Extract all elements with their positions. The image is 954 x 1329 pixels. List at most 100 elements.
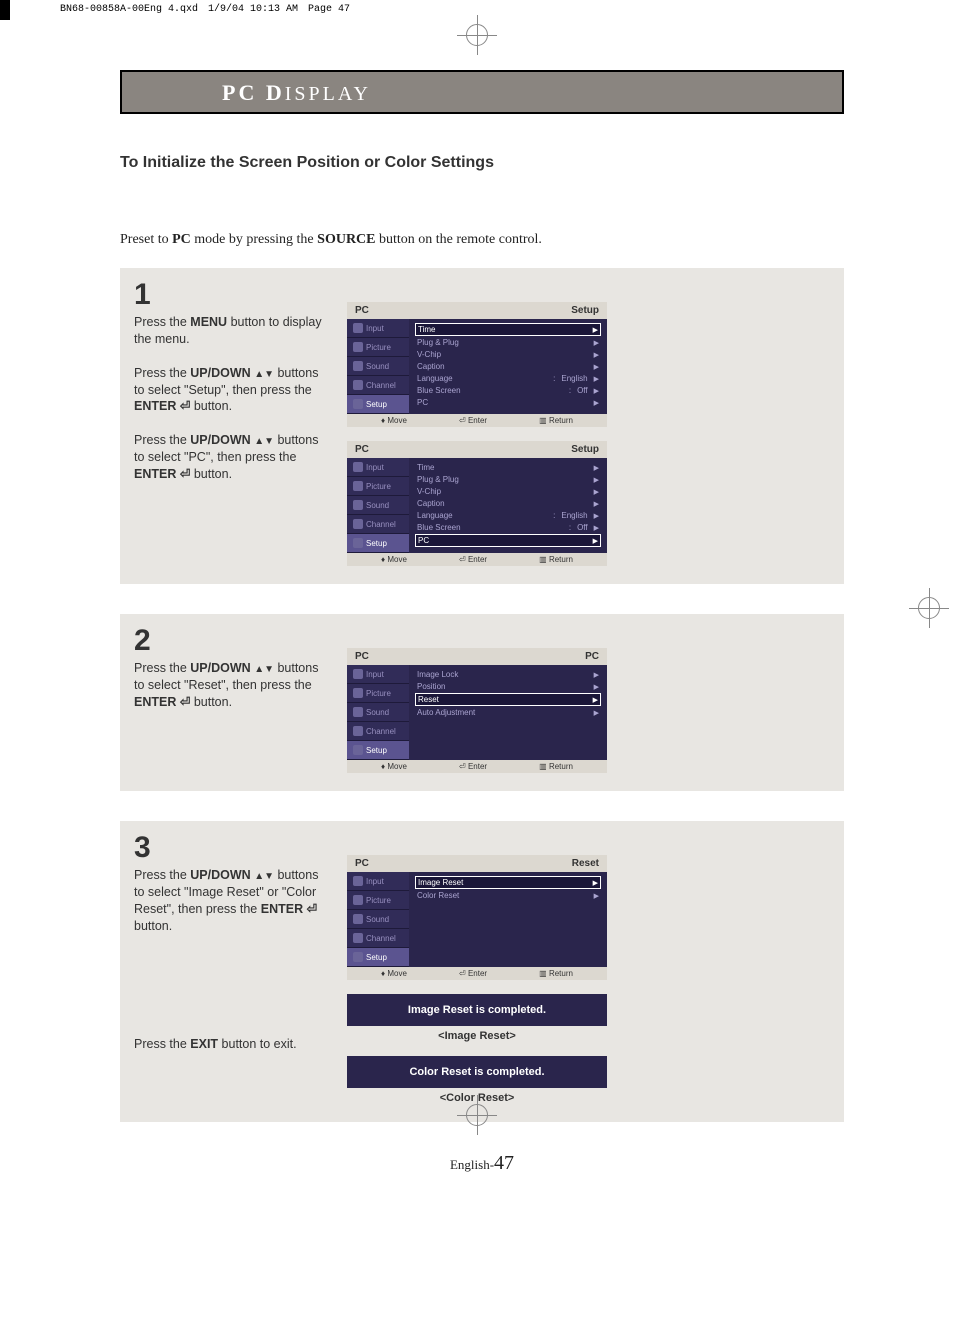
return-icon: ▥ <box>539 416 547 425</box>
osd-src: PC <box>355 305 369 316</box>
sound-icon <box>353 500 363 510</box>
osd-title-3: Reset <box>572 858 599 869</box>
enter-icon-2: ⏎ <box>180 467 190 481</box>
osd-tabs: Input Picture Sound Channel Setup <box>347 319 409 414</box>
enter-icon-f: ⏎ <box>459 969 466 978</box>
osd-footer-1b: ♦ Move ⏎ Enter ▥ Return <box>347 553 607 566</box>
tab-picture-label-3: Picture <box>366 896 391 905</box>
footer-enter-3: Enter <box>468 969 487 978</box>
s3exa: Press the <box>134 1037 190 1051</box>
updown-icon: ▲▼ <box>254 369 274 380</box>
s2b: UP/DOWN <box>190 661 250 675</box>
arrow-icon: ▶ <box>594 683 599 691</box>
s1p1a: Press the <box>134 315 190 329</box>
row-imagelock-label: Image Lock <box>417 670 458 679</box>
s2e: button. <box>190 695 232 709</box>
footer-move-b: Move <box>387 555 407 564</box>
row-language-value: English <box>561 374 587 383</box>
tab-setup-label-b: Setup <box>366 539 387 548</box>
arrow-icon: ▶ <box>593 696 598 704</box>
step-3-text: 3 Press the UP/DOWN ▲▼ buttons to select… <box>134 831 329 1104</box>
updown-icon-4: ▲▼ <box>254 871 274 882</box>
row-language-value-b: English <box>561 511 587 520</box>
toast-color-reset: Color Reset is completed. <box>347 1056 607 1088</box>
setup-icon <box>353 399 363 409</box>
picture-icon <box>353 481 363 491</box>
channel-icon <box>353 726 363 736</box>
setup-icon <box>353 745 363 755</box>
row-auto-label: Auto Adjustment <box>417 708 475 717</box>
row-blue-label-b: Blue Screen <box>417 523 461 532</box>
tab-setup-label-3: Setup <box>366 953 387 962</box>
sound-icon <box>353 361 363 371</box>
arrow-icon: ▶ <box>594 500 599 508</box>
row-time-label: Time <box>418 325 435 334</box>
row-language-label-b: Language <box>417 511 453 520</box>
picture-icon <box>353 895 363 905</box>
osd-setup-pc: PCSetup Input Picture Sound Channel Setu… <box>347 441 607 566</box>
s3b: UP/DOWN <box>190 868 250 882</box>
setup-icon <box>353 952 363 962</box>
row-blue: Blue Screen:Off▶ <box>415 385 601 396</box>
osd-pc-menu: PCPC Input Picture Sound Channel Setup I… <box>347 648 607 773</box>
tab-input-b: Input <box>347 458 409 477</box>
section-title-bar: PC DISPLAY <box>120 70 844 114</box>
move-icon: ♦ <box>381 555 385 564</box>
enter-icon-f: ⏎ <box>459 555 466 564</box>
preset-source: SOURCE <box>317 232 375 247</box>
row-plug-label-b: Plug & Plug <box>417 475 459 484</box>
osd-footer-3: ♦ Move ⏎ Enter ▥ Return <box>347 967 607 980</box>
tab-picture-b: Picture <box>347 477 409 496</box>
section-title: PC DISPLAY <box>222 83 371 105</box>
footer-return-2: Return <box>549 762 573 771</box>
s3a: Press the <box>134 868 190 882</box>
tab-input-3: Input <box>347 872 409 891</box>
tab-picture-label-2: Picture <box>366 689 391 698</box>
row-plug-label: Plug & Plug <box>417 338 459 347</box>
page-num: 47 <box>494 1152 514 1174</box>
osd-footer-2: ♦ Move ⏎ Enter ▥ Return <box>347 760 607 773</box>
s1p2a: Press the <box>134 366 190 380</box>
osd-src-3: PC <box>355 858 369 869</box>
footer-enter-b: Enter <box>468 555 487 564</box>
enter-icon-f: ⏎ <box>459 416 466 425</box>
return-icon: ▥ <box>539 762 547 771</box>
tab-setup-label: Setup <box>366 400 387 409</box>
tab-sound-2: Sound <box>347 703 409 722</box>
move-icon: ♦ <box>381 969 385 978</box>
preset-post: button on the remote control. <box>376 232 542 247</box>
arrow-icon: ▶ <box>594 488 599 496</box>
tab-sound: Sound <box>347 357 409 376</box>
footer-move-3: Move <box>387 969 407 978</box>
tab-input-label: Input <box>366 324 384 333</box>
row-color-reset-label: Color Reset <box>417 891 459 900</box>
arrow-icon: ▶ <box>593 879 598 887</box>
row-vchip-b: V-Chip▶ <box>415 486 601 497</box>
tab-sound-b: Sound <box>347 496 409 515</box>
row-blue-b: Blue Screen:Off▶ <box>415 522 601 533</box>
section-title-prefix: PC D <box>222 80 285 105</box>
tab-setup-b: Setup <box>347 534 409 553</box>
osd-content-1b: Time▶ Plug & Plug▶ V-Chip▶ Caption▶ Lang… <box>409 458 607 553</box>
input-icon <box>353 323 363 333</box>
tab-channel-b: Channel <box>347 515 409 534</box>
row-pc-label: PC <box>417 398 428 407</box>
row-pc: PC▶ <box>415 397 601 408</box>
row-plug-b: Plug & Plug▶ <box>415 474 601 485</box>
step-1-block: 1 Press the MENU button to display the m… <box>120 268 844 584</box>
gutter-mark <box>0 0 10 20</box>
osd-tabs-3: Input Picture Sound Channel Setup <box>347 872 409 967</box>
s3e: button. <box>134 919 172 933</box>
row-pc-label-b: PC <box>418 536 429 545</box>
s3exc: button to exit. <box>218 1037 297 1051</box>
tab-setup-label-2: Setup <box>366 746 387 755</box>
tab-setup-2: Setup <box>347 741 409 760</box>
s1p2e: button. <box>190 399 232 413</box>
osd-content-3: Image Reset▶ Color Reset▶ <box>409 872 607 967</box>
osd-reset-menu: PC Reset Input Picture Sound Channel Setu… <box>347 855 607 980</box>
crop-mark-right <box>909 588 949 628</box>
preset-mid: mode by pressing the <box>191 232 317 247</box>
tab-sound-label: Sound <box>366 362 389 371</box>
s1p3a: Press the <box>134 433 190 447</box>
toast-image-group: Image Reset is completed. <Image Reset> <box>347 994 607 1042</box>
